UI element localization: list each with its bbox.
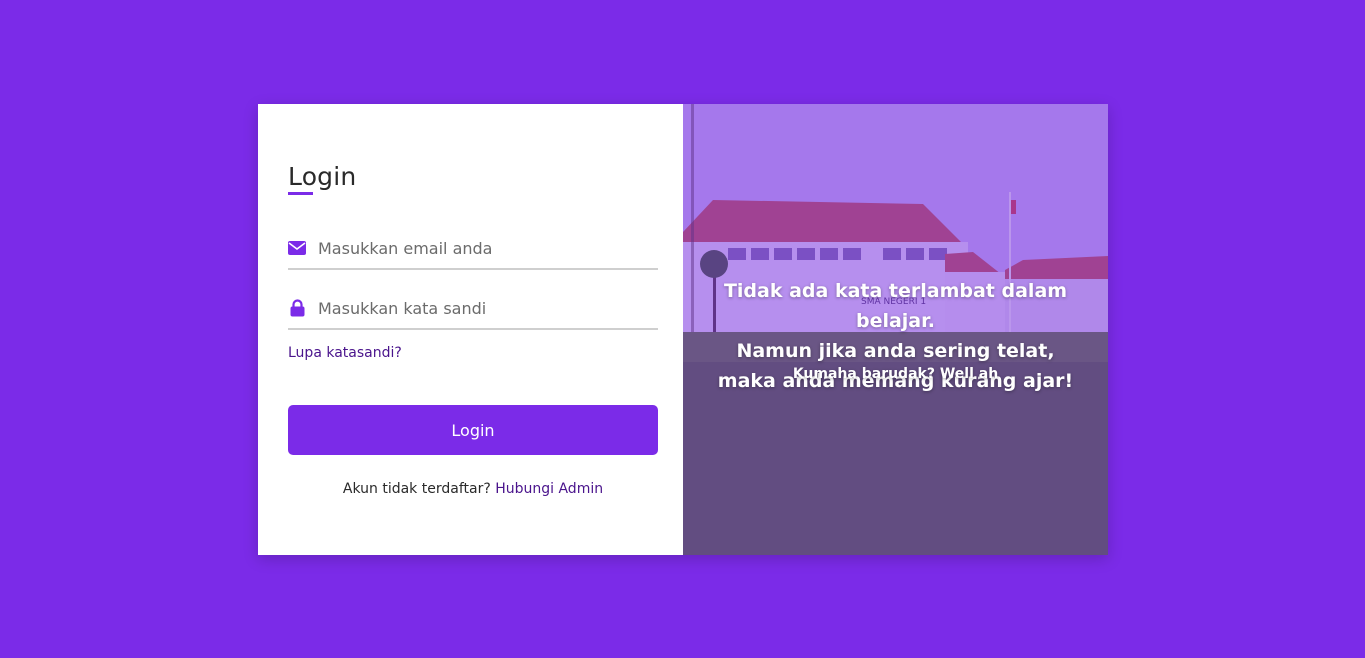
envelope-icon	[288, 239, 306, 257]
password-field	[288, 288, 658, 330]
email-input[interactable]	[318, 238, 648, 258]
login-form-panel: Login Lupa katasandi? Login A	[258, 104, 683, 555]
title-underline	[288, 192, 313, 195]
hero-subquote: Kumaha barudak? Well ah	[792, 366, 999, 382]
quote-line-1: Tidak ada kata terlambat dalam belajar.	[723, 280, 1068, 332]
contact-admin-link[interactable]: Hubungi Admin	[495, 481, 603, 497]
lock-icon	[288, 299, 306, 317]
forgot-password-link[interactable]: Lupa katasandi?	[288, 345, 402, 361]
login-button[interactable]: Login	[288, 405, 658, 455]
register-text: Akun tidak terdaftar?	[342, 481, 491, 497]
register-prompt: Akun tidak terdaftar? Hubungi Admin	[288, 481, 658, 497]
login-title: Login	[288, 162, 357, 191]
login-card: Login Lupa katasandi? Login A	[258, 104, 1108, 555]
email-field	[288, 228, 658, 270]
password-input[interactable]	[318, 298, 648, 318]
hero-image-panel: SMA NEGERI 1 Tidak ada kata terlambat da…	[683, 104, 1108, 555]
quote-line-2: Namun jika anda sering telat,	[736, 340, 1055, 362]
